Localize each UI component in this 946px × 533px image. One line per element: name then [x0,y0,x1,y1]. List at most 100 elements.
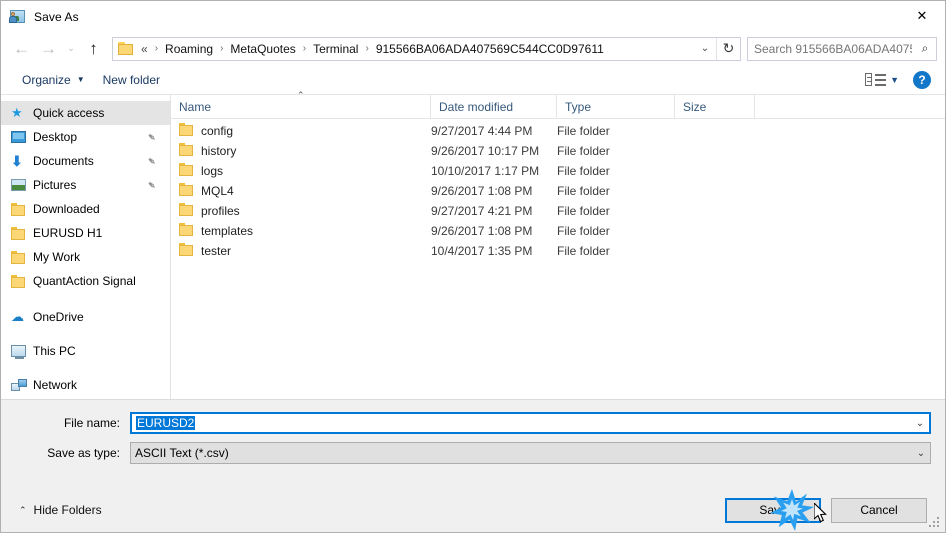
file-name-input[interactable]: EURUSD2 ⌄ [130,412,931,434]
sidebar-item-pictures[interactable]: Pictures ✒ [1,173,170,197]
type-cell: File folder [557,124,610,138]
sidebar-item-eurusd-h1[interactable]: EURUSD H1 [1,221,170,245]
table-row[interactable]: profiles 9/27/2017 4:21 PM File folder [171,201,945,221]
organize-button[interactable]: Organize ▼ [15,70,92,90]
table-row[interactable]: logs 10/10/2017 1:17 PM File folder [171,161,945,181]
breadcrumb-separator: › [220,43,224,54]
column-header-size[interactable]: Size [675,94,755,119]
pin-icon[interactable]: ✒ [144,153,159,169]
folder-icon [179,143,194,159]
file-name-label: File name: [63,416,120,430]
folder-icon [11,225,33,241]
save-as-type-select[interactable]: ASCII Text (*.csv) ⌄ [130,442,931,464]
search-box[interactable]: ⌕ [747,36,937,61]
refresh-icon[interactable]: ↻ [716,37,740,60]
file-name-value: EURUSD2 [136,416,196,430]
date-modified-cell: 9/27/2017 4:44 PM [431,124,533,138]
search-icon[interactable]: ⌕ [914,41,936,56]
save-as-picture-icon [9,9,26,25]
file-name-text: config [201,124,234,138]
column-header-date-modified[interactable]: Date modified [431,94,557,119]
save-button[interactable]: Save [725,497,821,523]
file-name-cell: templates [171,223,431,239]
star-icon: ★ [11,105,23,120]
breadcrumb: « › Roaming › MetaQuotes › Terminal › 91… [138,40,694,58]
breadcrumb-separator: › [302,43,307,54]
sidebar-item-documents[interactable]: ⬇ Documents ✒ [1,149,170,173]
help-icon[interactable]: ? [913,70,931,89]
table-row[interactable]: tester 10/4/2017 1:35 PM File folder [171,241,945,261]
save-as-type-label: Save as type: [47,446,120,460]
breadcrumb-item-roaming[interactable]: Roaming [162,40,216,58]
sidebar-item-label: This PC [33,344,76,358]
table-row[interactable]: MQL4 9/26/2017 1:08 PM File folder [171,181,945,201]
file-list: Name Date modified Type Size ⌃ config 9/2… [171,90,945,399]
file-name-text: templates [201,224,254,238]
sidebar-item-downloaded[interactable]: Downloaded [1,197,170,221]
window-title: Save As [34,9,79,24]
type-cell: File folder [557,184,610,198]
date-modified-cell: 10/4/2017 1:35 PM [431,244,533,258]
pin-icon[interactable]: ✒ [144,129,159,145]
column-header-type[interactable]: Type [557,94,675,119]
table-row[interactable]: templates 9/26/2017 1:08 PM File folder [171,221,945,241]
recent-locations-icon[interactable]: ⌄ [62,36,80,62]
resize-grip-icon[interactable] [929,517,941,529]
chevron-down-icon[interactable]: ⌄ [912,448,930,459]
save-as-type-row: Save as type: ASCII Text (*.csv) ⌄ [15,442,931,464]
sidebar-item-desktop[interactable]: Desktop ✒ [1,125,170,149]
chevron-up-icon: ⌃ [19,504,27,515]
close-icon[interactable]: ✕ [899,1,945,31]
sidebar-item-onedrive[interactable]: ☁ OneDrive [1,305,170,329]
sidebar-item-label: QuantAction Signal [33,274,136,288]
date-modified-cell: 9/26/2017 10:17 PM [431,144,540,158]
navigation-sidebar: ★ Quick access Desktop ✒ ⬇ Documents ✒ P… [1,95,171,399]
file-name-text: logs [201,164,224,178]
sidebar-item-label: EURUSD H1 [33,226,103,240]
folder-icon [11,201,33,217]
pictures-icon [11,177,33,193]
file-name-value-wrap: EURUSD2 [132,416,911,430]
up-icon[interactable]: ↑ [80,36,107,62]
sidebar-item-quick-access[interactable]: ★ Quick access [1,101,170,125]
file-name-cell: logs [171,163,431,179]
column-headers: Name Date modified Type Size ⌃ [171,90,945,119]
new-folder-button[interactable]: New folder [96,70,167,90]
file-name-cell: config [171,123,431,139]
file-name-text: history [201,144,237,158]
table-row[interactable]: config 9/27/2017 4:44 PM File folder [171,121,945,141]
back-icon[interactable]: ← [8,36,35,62]
view-layout-icon[interactable] [865,72,887,88]
navigation-bar: ← → ⌄ ↑ « › Roaming › MetaQuotes › Termi… [1,32,945,65]
chevron-down-icon[interactable]: ⌄ [694,38,716,60]
forward-icon[interactable]: → [35,36,62,62]
breadcrumb-item-terminal[interactable]: Terminal [310,40,361,58]
organize-label: Organize [22,72,71,87]
breadcrumb-overflow[interactable]: « [138,40,151,58]
table-row[interactable]: history 9/26/2017 10:17 PM File folder [171,141,945,161]
sidebar-item-network[interactable]: Network [1,373,170,397]
type-cell: File folder [557,204,610,218]
file-name-text: profiles [201,204,240,218]
chevron-down-icon[interactable]: ▼ [890,75,899,85]
breadcrumb-item-terminal-id[interactable]: 915566BA06ADA407569C544CC0D97611 [373,40,607,58]
cancel-button[interactable]: Cancel [831,497,927,523]
date-modified-cell: 9/26/2017 1:08 PM [431,184,533,198]
sidebar-item-label: Downloaded [33,202,100,216]
pin-icon[interactable]: ✒ [144,177,159,193]
command-bar: Organize ▼ New folder ▼ ? [1,65,945,95]
sidebar-item-label: Network [33,378,78,392]
search-input[interactable] [748,38,914,59]
file-rows: config 9/27/2017 4:44 PM File folder histor… [171,119,945,399]
address-bar[interactable]: « › Roaming › MetaQuotes › Terminal › 91… [112,36,741,61]
chevron-down-icon[interactable]: ⌄ [911,418,929,429]
file-name-text: tester [201,244,232,258]
sidebar-item-my-work[interactable]: My Work [1,245,170,269]
hide-folders-button[interactable]: ⌃ Hide Folders [19,503,102,517]
folder-icon [179,203,194,219]
sidebar-item-quantaction-signal[interactable]: QuantAction Signal [1,269,170,293]
sidebar-item-this-pc[interactable]: This PC [1,339,170,363]
breadcrumb-item-metaquotes[interactable]: MetaQuotes [227,40,298,58]
type-cell: File folder [557,224,610,238]
